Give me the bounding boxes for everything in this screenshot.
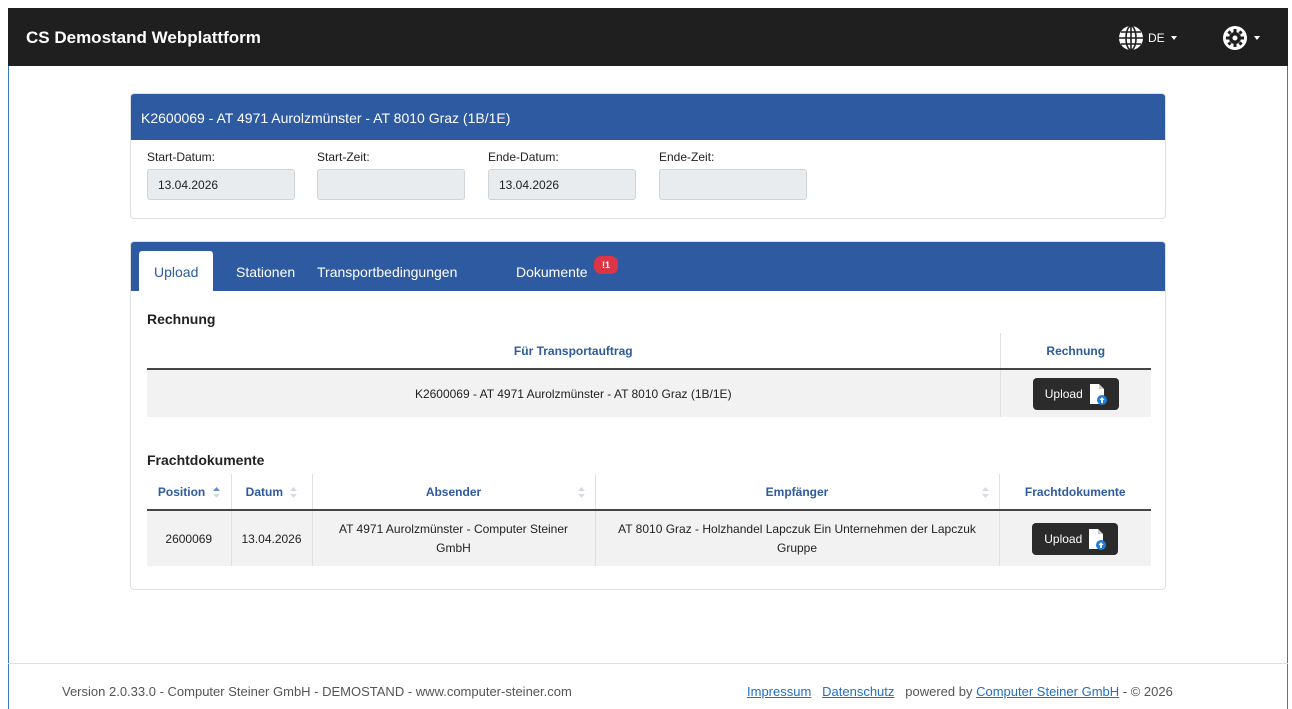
copyright-text: - © 2026 [1122,684,1173,699]
column-header-empfaenger[interactable]: Empfänger [595,474,1000,511]
upload-frachtdokument-button[interactable]: Upload [1032,522,1119,555]
start-date-label: Start-Datum: [147,150,216,164]
top-navbar: CS Demostand Webplattform DE [8,8,1288,66]
start-date-field: 13.04.2026 [147,169,295,200]
chevron-down-icon [1170,36,1177,40]
order-card: K2600069 - AT 4971 Aurolzmünster - AT 80… [130,93,1166,219]
sort-icon [981,487,989,498]
end-date-label: Ende-Datum: [488,150,559,164]
version-text: Version 2.0.33.0 - Computer Steiner GmbH… [62,684,572,699]
file-upload-icon [1089,528,1107,550]
cell-datum: 13.04.2026 [231,510,313,566]
table-row: K2600069 - AT 4971 Aurolzmünster - AT 80… [147,369,1151,417]
chevron-down-icon [1254,36,1260,40]
sort-icon [290,486,298,498]
datenschutz-link[interactable]: Datenschutz [822,684,894,699]
end-time-field [659,169,807,200]
tab-transportbedingungen[interactable]: Transportbedingungen [317,251,457,291]
column-header-label: Empfänger [765,484,829,499]
tabs-card: Upload Stationen Transportbedingungen Do… [130,241,1166,590]
upload-rechnung-button[interactable]: Upload [1032,377,1119,410]
start-time-field [317,169,465,200]
end-date-field: 13.04.2026 [488,169,636,200]
company-link[interactable]: Computer Steiner GmbH [976,684,1119,699]
language-label: DE [1148,31,1165,45]
column-header-label: Absender [425,484,482,499]
tab-dokumente[interactable]: Dokumente [516,251,588,291]
impressum-link[interactable]: Impressum [747,684,811,699]
rechnung-table: Für Transportauftrag Rechnung K2600069 -… [147,333,1151,417]
table-cell: K2600069 - AT 4971 Aurolzmünster - AT 80… [147,369,1001,417]
settings-dropdown[interactable] [1222,25,1260,51]
file-upload-icon [1089,383,1107,405]
upload-button-label: Upload [1044,386,1083,401]
start-time-label: Start-Zeit: [317,150,370,164]
tab-upload[interactable]: Upload [139,251,214,291]
cell-empfaenger: AT 8010 Graz - Holzhandel Lapczuk Ein Un… [595,510,1000,566]
tab-stationen[interactable]: Stationen [236,251,295,291]
frachtdokumente-title: Frachtdokumente [147,452,265,468]
upload-button-label: Upload [1044,531,1083,546]
footer-links: Impressum Datenschutz powered by Compute… [747,684,1173,699]
sort-asc-icon [212,486,220,498]
column-header: Frachtdokumente [999,474,1151,511]
table-row: 2600069 13.04.2026 AT 4971 Aurolzmünster… [147,510,1151,566]
column-header-position[interactable]: Position [147,474,232,511]
powered-by-text: powered by [905,684,973,699]
end-time-label: Ende-Zeit: [659,150,715,164]
order-title: K2600069 - AT 4971 Aurolzmünster - AT 80… [131,94,1165,140]
column-header: Für Transportauftrag [147,333,1001,370]
footer: Version 2.0.33.0 - Computer Steiner GmbH… [8,663,1288,709]
notification-badge: !1 [594,256,618,274]
table-cell: Upload [999,510,1151,566]
frachtdokumente-table: Position Datum Absender Empfänger Fracht… [147,474,1151,566]
column-header-label: Datum [245,484,283,499]
language-dropdown[interactable]: DE [1118,25,1177,51]
rechnung-title: Rechnung [147,311,216,327]
column-header-datum[interactable]: Datum [231,474,313,511]
column-header-label: Position [157,484,206,499]
app-title[interactable]: CS Demostand Webplattform [26,28,261,48]
tab-bar: Upload Stationen Transportbedingungen Do… [131,242,1165,291]
globe-icon [1119,25,1143,51]
table-cell: Upload [1000,369,1151,417]
column-header: Rechnung [1000,333,1151,370]
gear-icon [1223,26,1247,50]
column-header-absender[interactable]: Absender [312,474,596,511]
sort-icon [577,487,585,498]
cell-position: 2600069 [147,510,232,566]
cell-absender: AT 4971 Aurolzmünster - Computer Steiner… [312,510,596,566]
